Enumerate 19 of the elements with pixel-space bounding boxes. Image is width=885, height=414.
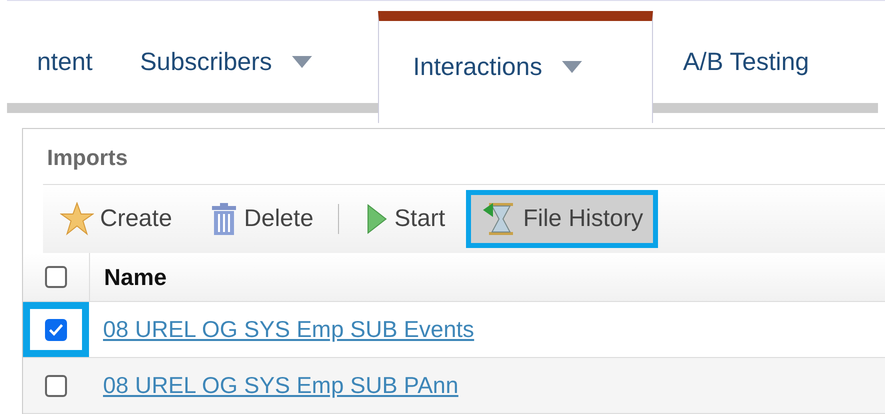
checkmark-icon (49, 324, 63, 336)
play-icon (366, 203, 388, 235)
tab-label: Interactions (413, 52, 542, 82)
history-button[interactable]: File History (466, 190, 658, 248)
tab-label: A/B Testing (683, 48, 810, 76)
panel-title: Imports (46, 144, 129, 172)
row-checkbox[interactable] (45, 374, 67, 396)
column-header: Name (89, 253, 885, 301)
import-link[interactable]: 08 UREL OG SYS Emp SUB Events (89, 316, 474, 343)
tab-label: ntent (37, 48, 93, 76)
tab[interactable]: Interactions (378, 11, 653, 123)
trash-icon (210, 202, 238, 236)
delete-button[interactable]: Delete (193, 190, 328, 248)
create-button[interactable]: Create (43, 190, 188, 248)
tab-label: Subscribers (140, 48, 272, 76)
star-icon (60, 202, 94, 236)
row-checkbox[interactable] (45, 318, 67, 340)
select-all-checkbox[interactable] (45, 266, 67, 288)
start-button[interactable]: Start (349, 190, 460, 248)
